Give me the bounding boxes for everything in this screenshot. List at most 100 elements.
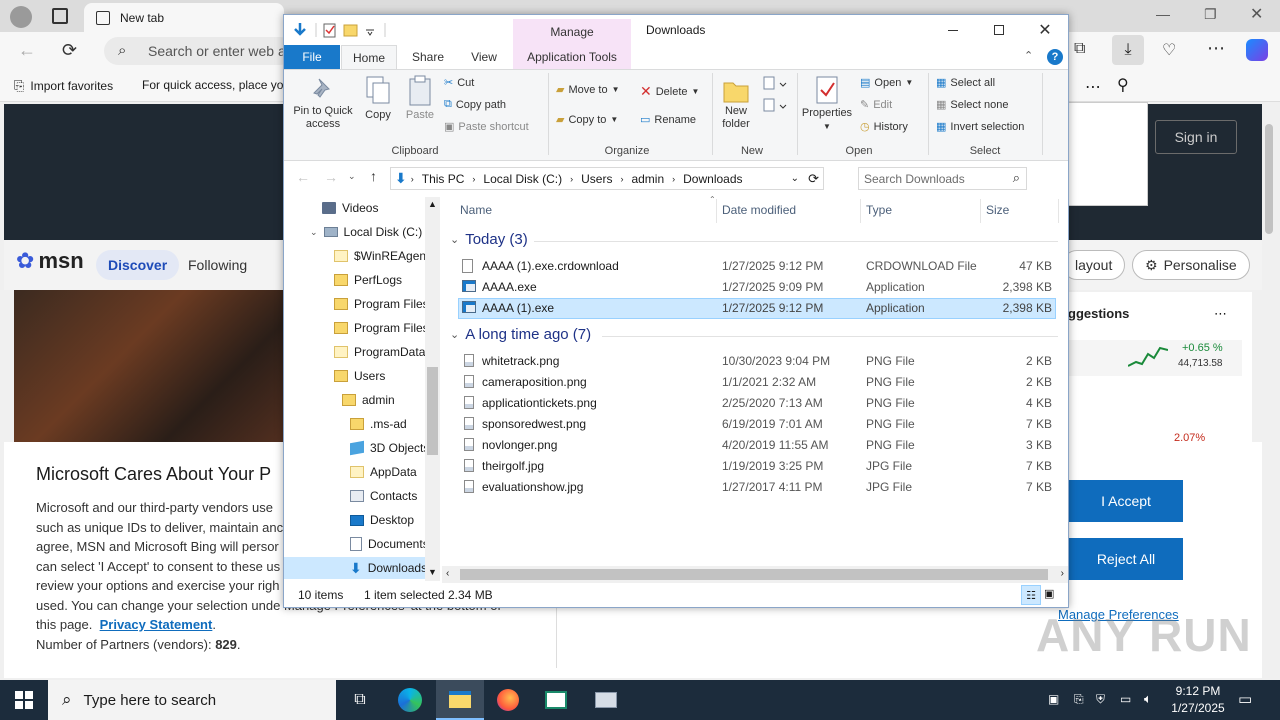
new-folder-icon[interactable] bbox=[343, 24, 358, 37]
address-dropdown-icon[interactable]: ⌄ bbox=[791, 173, 799, 184]
scrollbar-thumb[interactable] bbox=[427, 367, 438, 455]
breadcrumb-admin[interactable]: admin bbox=[631, 172, 664, 186]
tray-security-icon[interactable]: ⛨ bbox=[1096, 692, 1105, 707]
start-button[interactable] bbox=[0, 680, 48, 720]
copy-to-button[interactable]: ▰ Copy to ▼ bbox=[556, 113, 618, 127]
breadcrumb-downloads[interactable]: Downloads bbox=[683, 172, 742, 186]
tree-item-videos[interactable]: Videos bbox=[322, 197, 378, 219]
tab-home[interactable]: Home bbox=[341, 45, 397, 69]
accept-button[interactable]: I Accept bbox=[1069, 480, 1183, 522]
easy-access-button[interactable] bbox=[762, 97, 788, 115]
performance-icon[interactable]: ♡ bbox=[1162, 40, 1176, 60]
scroll-right-arrow-icon[interactable]: › bbox=[1061, 568, 1064, 579]
cut-button[interactable]: ✂ Cut bbox=[444, 76, 474, 90]
breadcrumb-this-pc[interactable]: This PC bbox=[422, 172, 465, 186]
app-taskbar-icon[interactable] bbox=[532, 680, 580, 720]
file-row[interactable]: sponsoredwest.png 6/19/2019 7:01 AM PNG … bbox=[458, 414, 1056, 435]
pin-icon[interactable]: ⚲ bbox=[1117, 75, 1129, 95]
edge-minimize-button[interactable]: — bbox=[1156, 6, 1170, 22]
network-icon[interactable]: ▭ bbox=[1120, 692, 1131, 706]
help-icon[interactable]: ? bbox=[1047, 49, 1063, 65]
properties-button[interactable]: Properties ▼ bbox=[800, 75, 854, 133]
task-view-icon[interactable]: ⧉ bbox=[336, 680, 384, 720]
file-row[interactable]: applicationtickets.png 2/25/2020 7:13 AM… bbox=[458, 393, 1056, 414]
tree-item-appdata[interactable]: AppData bbox=[350, 461, 417, 483]
rename-button[interactable]: ▭ Rename bbox=[640, 113, 696, 127]
column-header-size[interactable]: Size bbox=[986, 203, 1009, 219]
import-favorites-link[interactable]: ⎘ Import favorites bbox=[14, 78, 113, 94]
edge-close-button[interactable]: ✕ bbox=[1250, 4, 1263, 24]
new-folder-button[interactable]: New folder bbox=[716, 75, 756, 131]
group-header-today[interactable]: ⌄ Today (3) bbox=[450, 231, 528, 248]
file-row[interactable]: novlonger.png 4/20/2019 11:55 AM PNG Fil… bbox=[458, 435, 1056, 456]
details-view-icon[interactable]: ☷ bbox=[1021, 585, 1041, 605]
large-icons-view-icon[interactable]: ▣ bbox=[1044, 587, 1054, 600]
copy-path-button[interactable]: ⧉ Copy path bbox=[444, 98, 506, 111]
move-to-button[interactable]: ▰ Move to ▼ bbox=[556, 83, 620, 97]
new-item-button[interactable] bbox=[762, 75, 788, 93]
edge-taskbar-icon[interactable] bbox=[386, 680, 434, 720]
select-none-button[interactable]: ▦ Select none bbox=[936, 98, 1009, 112]
more-icon[interactable]: ⋯ bbox=[1085, 77, 1101, 97]
collapse-ribbon-icon[interactable]: ⌃ bbox=[1024, 49, 1033, 62]
downloads-icon[interactable]: ⤓ bbox=[1112, 35, 1144, 65]
close-button[interactable]: ✕ bbox=[1022, 15, 1068, 45]
tab-actions-icon[interactable] bbox=[52, 8, 68, 24]
delete-button[interactable]: ✕ Delete ▼ bbox=[640, 83, 699, 100]
tray-app-icon[interactable]: ▣ bbox=[1048, 692, 1059, 706]
edge-restore-button[interactable]: ❐ bbox=[1204, 6, 1217, 23]
tree-item-documents[interactable]: Documents bbox=[350, 533, 429, 555]
refresh-icon[interactable]: ⟳ bbox=[808, 171, 819, 187]
msn-layout-button[interactable]: layout bbox=[1062, 250, 1126, 280]
tree-item-admin[interactable]: admin bbox=[342, 389, 395, 411]
column-header-date-modified[interactable]: Date modified bbox=[722, 203, 796, 219]
history-button[interactable]: ◷ History bbox=[860, 120, 908, 134]
volume-icon[interactable]: 🔈︎ bbox=[1144, 691, 1152, 707]
edge-tab-new-tab[interactable]: New tab bbox=[84, 3, 284, 32]
manage-context-tab[interactable]: Manage bbox=[513, 19, 631, 45]
file-explorer-taskbar-icon[interactable] bbox=[436, 680, 484, 720]
notifications-icon[interactable]: ▭ bbox=[1238, 690, 1252, 708]
tab-file[interactable]: File bbox=[284, 45, 340, 69]
stock-row[interactable]: +0.65 % 44,713.58 bbox=[1068, 340, 1242, 376]
column-divider[interactable] bbox=[716, 199, 717, 223]
msn-tab-following[interactable]: Following bbox=[176, 250, 259, 280]
properties-icon[interactable] bbox=[323, 23, 336, 38]
maximize-button[interactable] bbox=[976, 15, 1022, 45]
refresh-icon[interactable]: ⟳ bbox=[62, 40, 77, 61]
app-taskbar-icon[interactable] bbox=[582, 680, 630, 720]
tree-item-users[interactable]: Users bbox=[334, 365, 385, 387]
privacy-statement-link[interactable]: Privacy Statement bbox=[100, 617, 213, 632]
msn-sign-in-button[interactable]: Sign in bbox=[1155, 120, 1237, 154]
taskbar-search-box[interactable]: ⌕ Type here to search bbox=[48, 680, 336, 720]
file-row[interactable]: evaluationshow.jpg 1/27/2017 4:11 PM JPG… bbox=[458, 477, 1056, 498]
tree-item-ms-ad[interactable]: .ms-ad bbox=[350, 413, 407, 435]
open-button[interactable]: ▤ Open ▼ bbox=[860, 76, 913, 90]
page-scrollbar-thumb[interactable] bbox=[1265, 124, 1273, 234]
firefox-taskbar-icon[interactable] bbox=[484, 680, 532, 720]
back-button[interactable]: ← bbox=[296, 169, 310, 185]
tree-item-3d-objects[interactable]: 3D Objects bbox=[350, 437, 429, 459]
copilot-icon[interactable] bbox=[1246, 39, 1268, 61]
back-arrow-icon[interactable]: ← bbox=[18, 40, 36, 61]
tab-view[interactable]: View bbox=[458, 45, 510, 69]
tree-item-program-files-x86[interactable]: Program Files bbox=[334, 317, 429, 339]
invert-selection-button[interactable]: ▦ Invert selection bbox=[936, 120, 1024, 134]
recent-locations-dropdown-icon[interactable]: ⌄ bbox=[348, 171, 356, 182]
collections-icon[interactable]: ⧉ bbox=[1074, 40, 1085, 58]
tree-item-local-disk[interactable]: ⌄ Local Disk (C:) bbox=[310, 221, 422, 243]
tab-share[interactable]: Share bbox=[402, 45, 454, 69]
pin-to-quick-access-button[interactable]: Pin to Quick access bbox=[290, 75, 356, 131]
file-row[interactable]: theirgolf.jpg 1/19/2019 3:25 PM JPG File… bbox=[458, 456, 1056, 477]
tree-item-programdata[interactable]: ProgramData bbox=[334, 341, 425, 363]
paste-shortcut-button[interactable]: ▣ Paste shortcut bbox=[444, 120, 529, 134]
scroll-up-arrow-icon[interactable]: ▲ bbox=[428, 199, 437, 209]
column-header-type[interactable]: Type bbox=[866, 203, 892, 219]
copy-button[interactable]: Copy bbox=[360, 75, 396, 122]
scroll-left-arrow-icon[interactable]: ‹ bbox=[446, 568, 449, 579]
search-downloads-input[interactable]: Search Downloads ⌕ bbox=[858, 167, 1027, 190]
file-row-selected[interactable]: AAAA (1).exe 1/27/2025 9:12 PM Applicati… bbox=[458, 298, 1056, 319]
breadcrumb-users[interactable]: Users bbox=[581, 172, 612, 186]
msn-tab-discover[interactable]: Discover bbox=[96, 250, 180, 280]
minimize-button[interactable] bbox=[930, 15, 976, 45]
